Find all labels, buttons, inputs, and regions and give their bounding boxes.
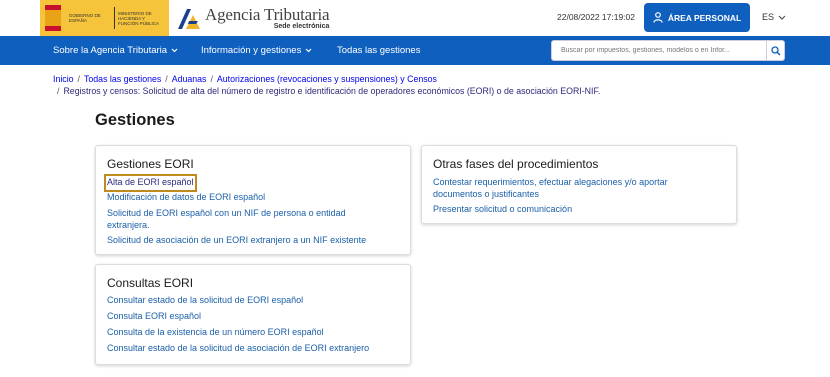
alta-eori-link[interactable]: Alta de EORI español <box>104 174 197 192</box>
search-button[interactable] <box>766 40 785 61</box>
language-selector[interactable]: ES <box>762 12 786 22</box>
gov-logo-line1: GOBIERNO DE ESPAÑA <box>69 13 101 23</box>
breadcrumb-separator: / <box>77 74 80 84</box>
chevron-down-icon <box>778 15 786 20</box>
breadcrumb: Inicio / Todas las gestiones / Aduanas / Autor… <box>53 73 773 97</box>
consulta-existencia-eori-link[interactable]: Consulta de la existencia de un número E… <box>107 327 324 339</box>
agencia-tributaria-logo-icon <box>178 8 200 29</box>
top-header: GOBIERNO DE ESPAÑA MINISTERIO DE HACIEND… <box>0 0 830 36</box>
breadcrumb-todas-gestiones[interactable]: Todas las gestiones <box>84 74 161 84</box>
modificacion-eori-link[interactable]: Modificación de datos de EORI español <box>107 192 265 204</box>
solicitud-eori-nif-extranjero-link[interactable]: Solicitud de EORI español con un NIF de … <box>107 208 367 231</box>
card-title: Gestiones EORI <box>107 157 194 171</box>
breadcrumb-autorizaciones[interactable]: Autorizaciones (revocaciones y suspensio… <box>217 74 437 84</box>
consultar-estado-asociacion-link[interactable]: Consultar estado de la solicitud de asoc… <box>107 343 369 355</box>
contestar-requerimientos-link[interactable]: Contestar requerimientos, efectuar alega… <box>433 177 703 200</box>
breadcrumb-separator: / <box>165 74 168 84</box>
breadcrumb-separator: / <box>210 74 213 84</box>
nav-item-informacion-gestiones[interactable]: Información y gestiones <box>201 36 312 65</box>
nav-item-label: Información y gestiones <box>201 45 302 56</box>
coat-of-arms-icon <box>45 5 61 31</box>
nav-item-todas-gestiones[interactable]: Todas las gestiones <box>337 36 420 65</box>
consultar-estado-solicitud-link[interactable]: Consultar estado de la solicitud de EORI… <box>107 295 303 307</box>
presentar-solicitud-link[interactable]: Presentar solicitud o comunicación <box>433 204 572 216</box>
session-datetime: 22/08/2022 17:19:02 <box>557 12 635 22</box>
breadcrumb-separator: / <box>57 86 60 96</box>
language-label: ES <box>762 12 775 22</box>
nav-item-sobre-agencia[interactable]: Sobre la Agencia Tributaria <box>53 36 178 65</box>
area-personal-label: ÁREA PERSONAL <box>667 12 742 23</box>
breadcrumb-aduanas[interactable]: Aduanas <box>172 74 207 84</box>
search-input[interactable] <box>551 40 767 61</box>
breadcrumb-registros-censos[interactable]: Registros y censos: Solicitud de alta de… <box>63 86 600 96</box>
asociacion-eori-extranjero-link[interactable]: Solicitud de asociación de un EORI extra… <box>107 235 366 247</box>
otras-fases-card: Otras fases del procedimientos Contestar… <box>421 145 737 224</box>
card-title: Otras fases del procedimientos <box>433 157 599 171</box>
site-title: Agencia Tributaria <box>205 5 330 24</box>
card-title: Consultas EORI <box>107 276 194 290</box>
gov-logo-line2: MINISTERIO DE HACIENDA Y FUNCIÓN PÚBLICA <box>118 10 160 26</box>
search-icon <box>770 45 780 55</box>
gobierno-espana-logo[interactable]: GOBIERNO DE ESPAÑA MINISTERIO DE HACIEND… <box>40 0 169 36</box>
nav-item-label: Todas las gestiones <box>337 45 421 56</box>
gov-logo-divider <box>114 7 115 29</box>
nav-item-label: Sobre la Agencia Tributaria <box>53 45 168 56</box>
user-icon <box>653 12 663 23</box>
area-personal-button[interactable]: ÁREA PERSONAL <box>644 3 750 32</box>
chevron-down-icon <box>171 48 178 53</box>
breadcrumb-inicio[interactable]: Inicio <box>53 74 74 84</box>
site-subtitle: Sede electrónica <box>273 23 330 30</box>
agencia-tributaria-logo[interactable]: Agencia Tributaria Sede electrónica <box>176 5 330 31</box>
consulta-eori-espanol-link[interactable]: Consulta EORI español <box>107 311 201 323</box>
chevron-down-icon <box>305 48 312 53</box>
gestiones-eori-card: Gestiones EORI Alta de EORI español Modi… <box>95 145 411 255</box>
consultas-eori-card: Consultas EORI Consultar estado de la so… <box>95 264 411 365</box>
page-title: Gestiones <box>95 111 175 129</box>
